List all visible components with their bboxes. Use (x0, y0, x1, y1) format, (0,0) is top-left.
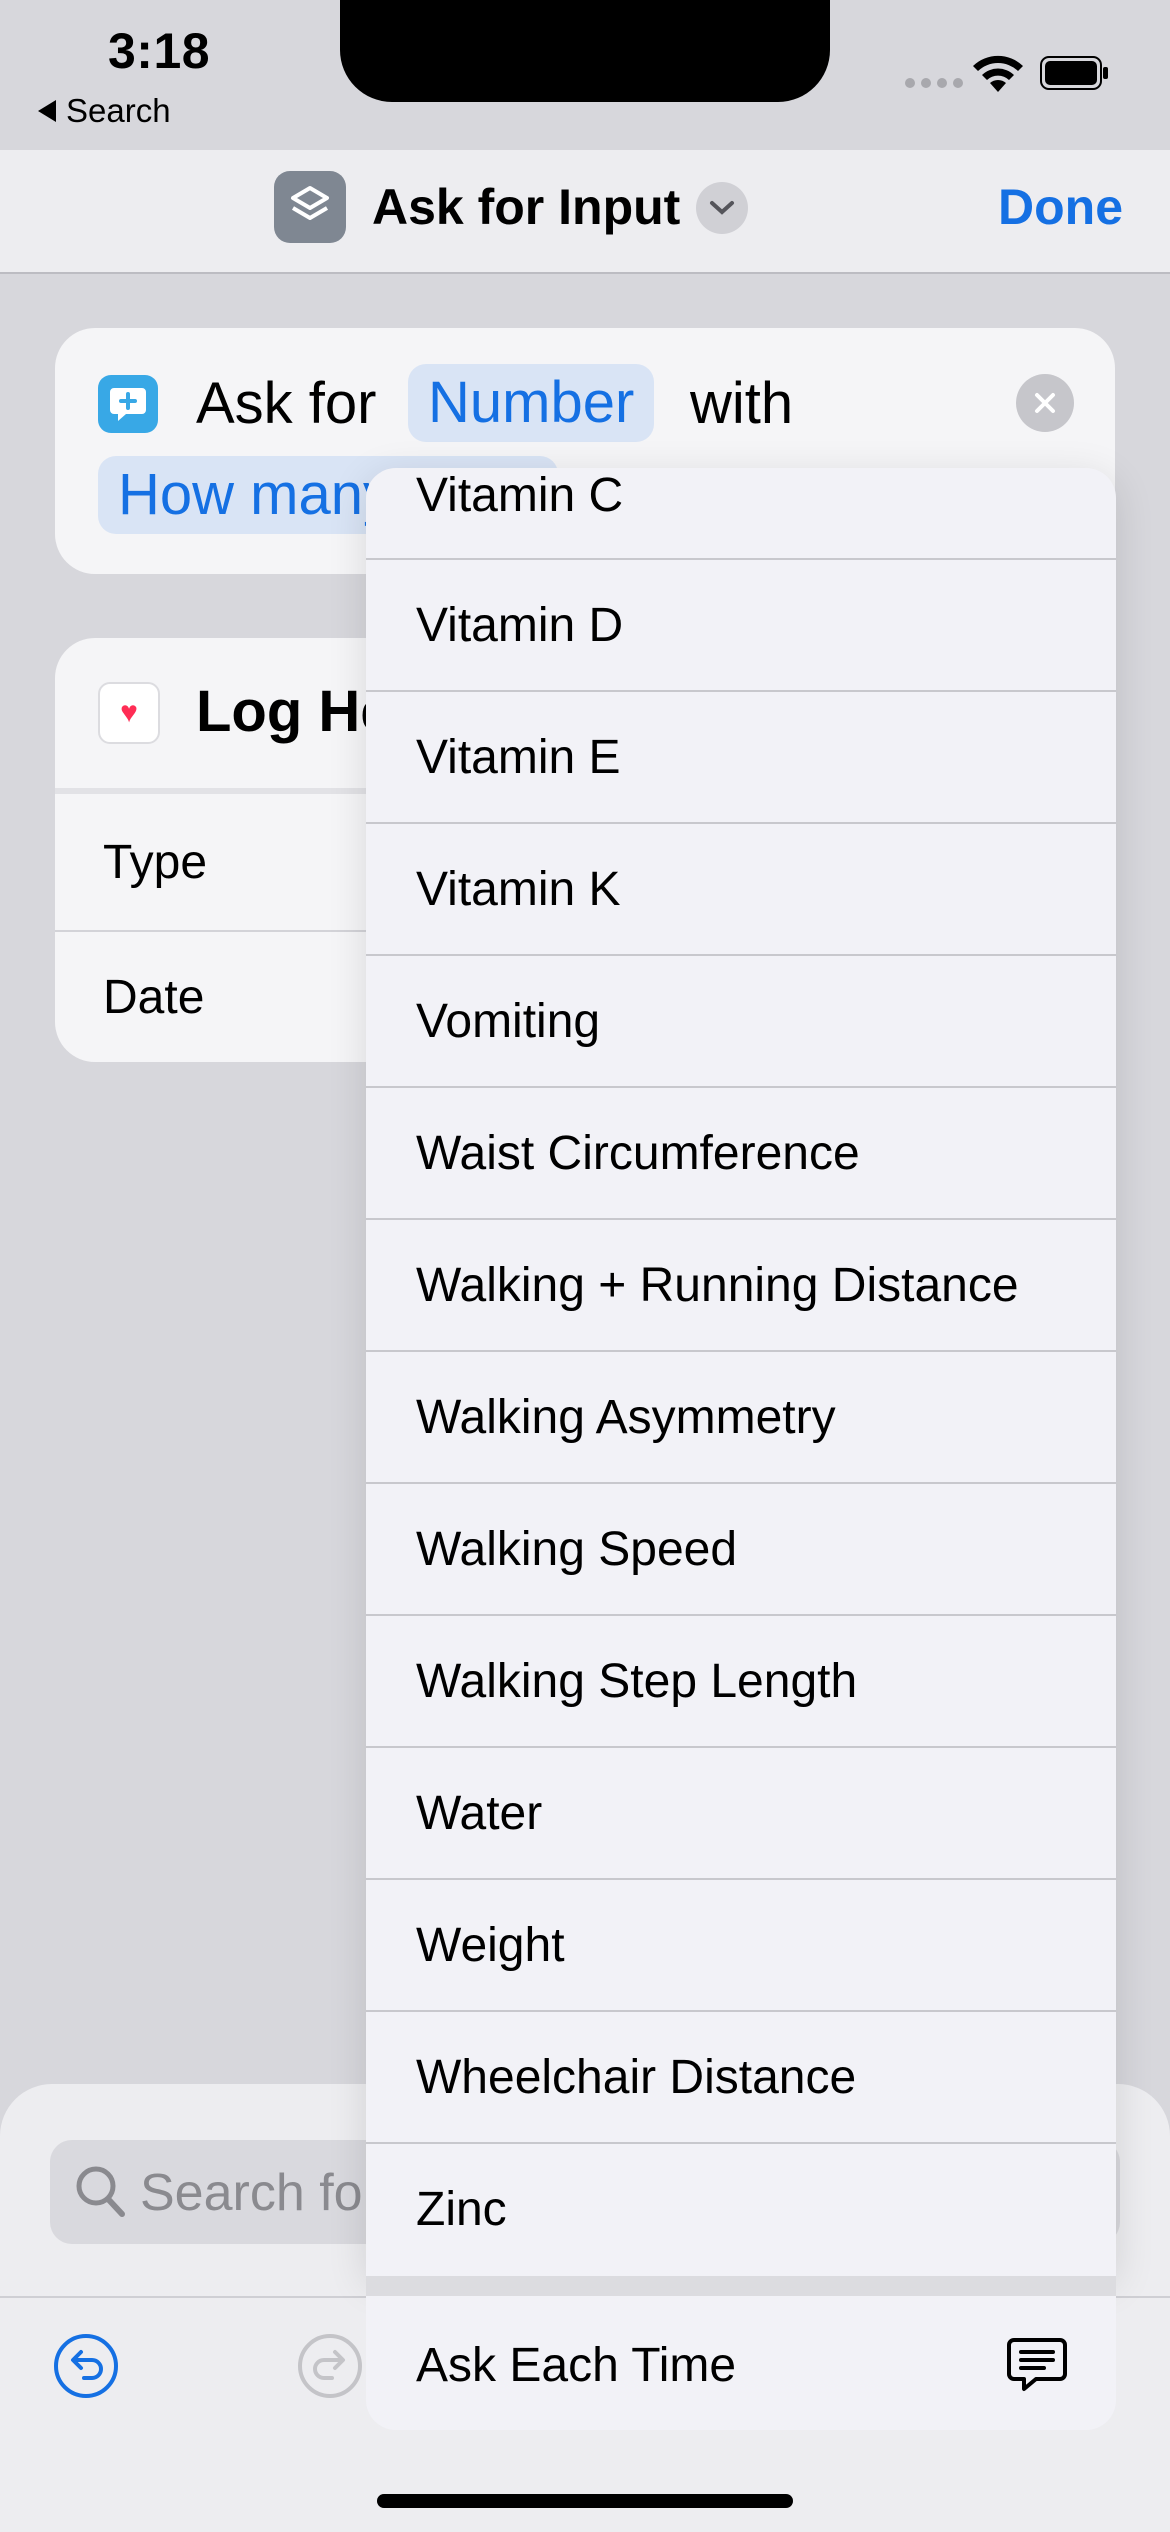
menu-item[interactable]: Water (366, 1746, 1116, 1876)
menu-item[interactable]: Walking Asymmetry (366, 1350, 1116, 1480)
input-type-pill[interactable]: Number (408, 364, 655, 442)
search-placeholder: Search for (140, 2164, 380, 2222)
device-notch (340, 0, 830, 102)
type-row-label[interactable]: Type (103, 835, 207, 890)
close-icon (1035, 393, 1055, 413)
date-row-label[interactable]: Date (103, 970, 204, 1025)
chevron-down-icon (710, 201, 734, 215)
done-button[interactable]: Done (998, 178, 1123, 236)
wifi-icon (973, 55, 1023, 92)
menu-item[interactable]: Vitamin D (366, 558, 1116, 688)
shortcuts-app-icon[interactable] (274, 171, 346, 243)
back-triangle-icon (38, 100, 56, 122)
menu-item[interactable]: Wheelchair Distance (366, 2010, 1116, 2140)
menu-item[interactable]: Walking Step Length (366, 1614, 1116, 1744)
search-icon (76, 2166, 125, 2217)
menu-item[interactable]: Vomiting (366, 954, 1116, 1084)
log-health-title: Log He (196, 679, 393, 744)
health-type-menu: Vitamin C Vitamin D Vitamin E Vitamin K … (366, 468, 1116, 2276)
with-label: with (690, 371, 794, 436)
menu-item[interactable]: Vitamin E (366, 690, 1116, 820)
menu-section-gap (366, 2276, 1116, 2296)
menu-item[interactable]: Walking Speed (366, 1482, 1116, 1612)
menu-item[interactable]: Zinc (366, 2142, 1116, 2272)
back-to-search-button[interactable]: Search (38, 92, 171, 130)
battery-icon (1040, 56, 1108, 90)
message-plus-icon (98, 375, 158, 433)
page-title: Ask for Input (372, 179, 681, 235)
layers-icon (291, 186, 329, 220)
home-indicator[interactable] (377, 2494, 793, 2508)
title-menu-button[interactable] (696, 182, 748, 234)
menu-item[interactable]: Walking + Running Distance (366, 1218, 1116, 1348)
status-time: 3:18 (108, 23, 211, 79)
menu-item[interactable]: Waist Circumference (366, 1086, 1116, 1216)
message-bubble-icon (1007, 2338, 1067, 2391)
ask-for-label: Ask for (196, 371, 377, 436)
heart-icon: ♥ (98, 682, 160, 744)
menu-item[interactable]: Weight (366, 1878, 1116, 2008)
menu-item[interactable]: Vitamin K (366, 822, 1116, 952)
menu-item[interactable]: Vitamin C (366, 468, 1116, 558)
cellular-signal-icon (905, 78, 963, 88)
back-label: Search (66, 92, 171, 129)
ask-each-time-label: Ask Each Time (416, 2339, 737, 2392)
undo-icon[interactable] (52, 2332, 120, 2400)
redo-icon[interactable] (296, 2332, 364, 2400)
remove-action-button[interactable] (1016, 374, 1074, 432)
